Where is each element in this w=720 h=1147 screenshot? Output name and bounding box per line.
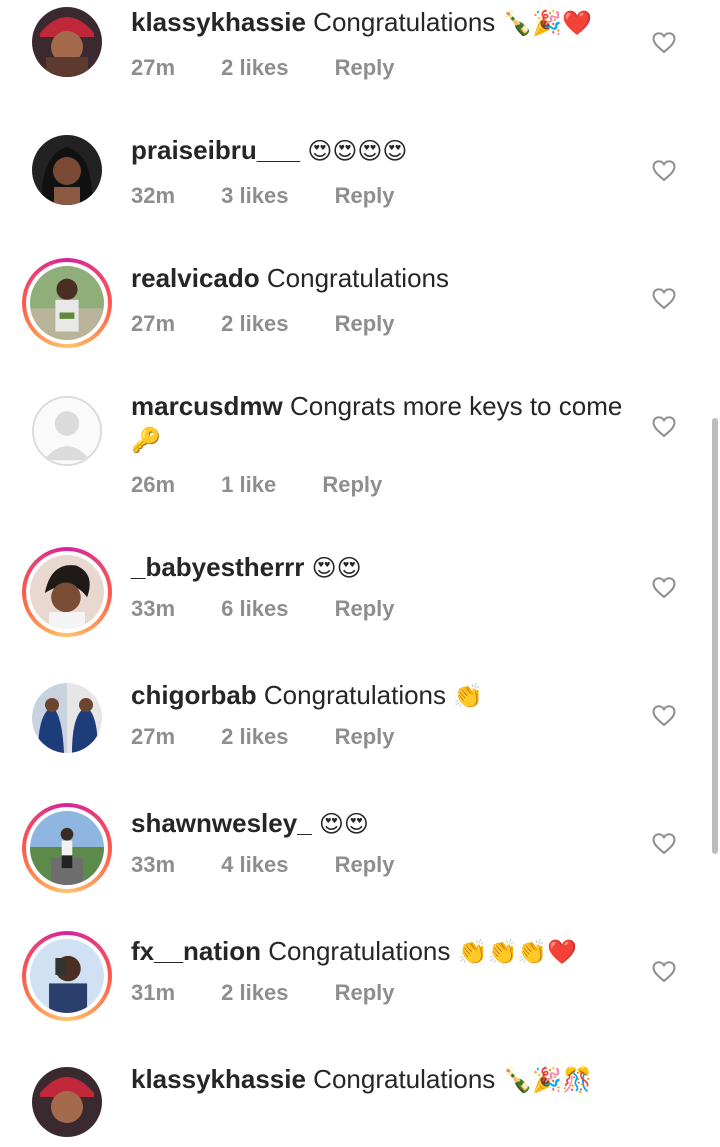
comment-text: Congratulations bbox=[313, 7, 496, 37]
reply-button[interactable]: Reply bbox=[335, 724, 395, 749]
comment-likes[interactable]: 2 likes bbox=[221, 980, 288, 1005]
heart-outline-icon[interactable] bbox=[652, 577, 676, 599]
avatar[interactable] bbox=[22, 931, 112, 1021]
avatar[interactable] bbox=[22, 386, 112, 476]
reply-button[interactable]: Reply bbox=[335, 852, 395, 877]
reply-button[interactable]: Reply bbox=[335, 183, 395, 208]
avatar[interactable] bbox=[22, 803, 112, 893]
comment-emoji: 😍😍 bbox=[311, 554, 362, 582]
comment-emoji: 😍😍😍😍 bbox=[307, 137, 408, 165]
comment-emoji: 😍😍 bbox=[318, 810, 369, 838]
comment-username[interactable]: marcusdmw bbox=[131, 391, 283, 421]
reply-button[interactable]: Reply bbox=[335, 311, 395, 336]
reply-button[interactable]: Reply bbox=[335, 596, 395, 621]
comment-likes[interactable]: 2 likes bbox=[221, 311, 288, 336]
comment-emoji: 👏👏👏❤️ bbox=[457, 938, 578, 966]
comment-username[interactable]: realvicado bbox=[131, 263, 260, 293]
comment-likes[interactable]: 3 likes bbox=[221, 183, 288, 208]
comment-username[interactable]: shawnwesley_ bbox=[131, 808, 312, 838]
comment-time: 31m bbox=[131, 980, 176, 1005]
avatar[interactable] bbox=[22, 125, 112, 215]
comment-emoji: 🍾🎉🎊 bbox=[502, 1066, 593, 1094]
reply-button[interactable]: Reply bbox=[322, 472, 382, 497]
comment-username[interactable]: klassykhassie bbox=[131, 1064, 306, 1094]
heart-outline-icon[interactable] bbox=[652, 833, 676, 855]
comment-text: Congratulations bbox=[263, 680, 447, 710]
comment-username[interactable]: _babyestherrr bbox=[131, 552, 304, 582]
comment-likes[interactable]: 6 likes bbox=[221, 596, 288, 621]
heart-outline-icon[interactable] bbox=[652, 961, 676, 983]
comment-username[interactable]: chigorbab bbox=[131, 680, 257, 710]
avatar[interactable] bbox=[22, 258, 112, 348]
comment-emoji: 🔑 bbox=[131, 426, 161, 454]
heart-outline-icon[interactable] bbox=[652, 160, 676, 182]
comment-likes[interactable]: 1 like bbox=[221, 472, 276, 497]
avatar[interactable] bbox=[22, 0, 112, 87]
comment-time: 27m bbox=[131, 55, 176, 80]
comment-text: Congratulations bbox=[266, 263, 449, 293]
comment-time: 26m bbox=[131, 472, 176, 497]
avatar[interactable] bbox=[22, 1057, 112, 1147]
scrollbar[interactable] bbox=[712, 418, 718, 854]
reply-button[interactable]: Reply bbox=[335, 55, 395, 80]
heart-outline-icon[interactable] bbox=[652, 705, 676, 727]
comment-time: 32m bbox=[131, 183, 176, 208]
comment-time: 27m bbox=[131, 311, 176, 336]
heart-outline-icon[interactable] bbox=[652, 288, 676, 310]
reply-button[interactable]: Reply bbox=[335, 980, 395, 1005]
comment-username[interactable]: fx__nation bbox=[131, 936, 261, 966]
comment-likes[interactable]: 2 likes bbox=[221, 724, 288, 749]
heart-outline-icon[interactable] bbox=[652, 32, 676, 54]
comment-time: 27m bbox=[131, 724, 176, 749]
heart-outline-icon[interactable] bbox=[652, 416, 676, 438]
comment-emoji: 🍾🎉❤️ bbox=[502, 9, 593, 37]
comment-likes[interactable]: 4 likes bbox=[221, 852, 288, 877]
comment-emoji: 👏 bbox=[453, 682, 484, 710]
comment-time: 33m bbox=[131, 596, 176, 621]
avatar[interactable] bbox=[22, 673, 112, 763]
comment-username[interactable]: klassykhassie bbox=[131, 7, 306, 37]
comment-username[interactable]: praiseibru___ bbox=[131, 135, 300, 165]
comment-text: Congrats more keys to come bbox=[289, 391, 623, 421]
avatar[interactable] bbox=[22, 547, 112, 637]
comment-likes[interactable]: 2 likes bbox=[221, 55, 288, 80]
comment-text: Congratulations bbox=[268, 936, 451, 966]
comment-text: Congratulations bbox=[313, 1064, 496, 1094]
comment-time: 33m bbox=[131, 852, 176, 877]
